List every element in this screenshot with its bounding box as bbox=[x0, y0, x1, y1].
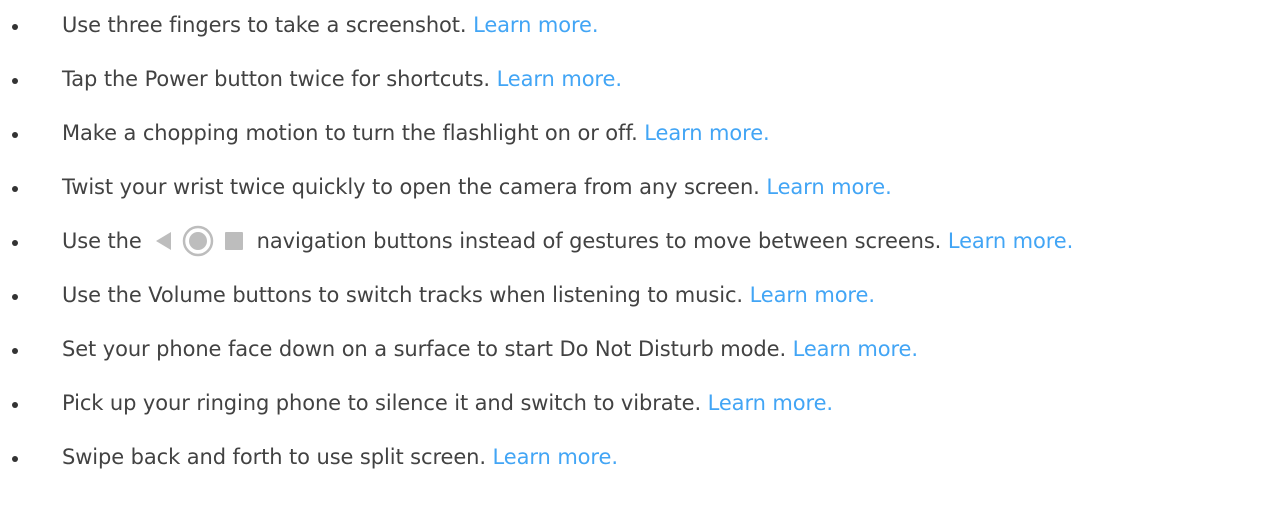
bullet bbox=[12, 402, 18, 408]
tip-text: Swipe back and forth to use split screen… bbox=[62, 445, 486, 469]
home-circle-icon bbox=[182, 225, 213, 257]
learn-more-link[interactable]: Learn more. bbox=[473, 13, 598, 37]
tip-camera: Twist your wrist twice quickly to open t… bbox=[0, 160, 1283, 214]
tip-text: Use the Volume buttons to switch tracks … bbox=[62, 283, 743, 307]
tip-volume-tracks: Use the Volume buttons to switch tracks … bbox=[0, 268, 1283, 322]
learn-more-link[interactable]: Learn more. bbox=[766, 175, 891, 199]
tip-silence-ringing: Pick up your ringing phone to silence it… bbox=[0, 376, 1283, 430]
learn-more-link[interactable]: Learn more. bbox=[644, 121, 769, 145]
tip-text: Tap the Power button twice for shortcuts… bbox=[62, 67, 490, 91]
tip-text-before: Use the bbox=[62, 229, 142, 253]
back-triangle-icon bbox=[155, 232, 171, 250]
bullet bbox=[12, 132, 18, 138]
bullet bbox=[12, 186, 18, 192]
bullet bbox=[12, 348, 18, 354]
recents-square-icon bbox=[224, 232, 243, 250]
nav-buttons-icons bbox=[153, 225, 245, 257]
bullet bbox=[12, 24, 18, 30]
bullet bbox=[12, 456, 18, 462]
tip-text: Make a chopping motion to turn the flash… bbox=[62, 121, 638, 145]
tip-power-shortcuts: Tap the Power button twice for shortcuts… bbox=[0, 52, 1283, 106]
learn-more-link[interactable]: Learn more. bbox=[708, 391, 833, 415]
bullet bbox=[12, 240, 18, 246]
tip-text-after: navigation buttons instead of gestures t… bbox=[256, 229, 942, 253]
learn-more-link[interactable]: Learn more. bbox=[793, 337, 918, 361]
tip-text: Pick up your ringing phone to silence it… bbox=[62, 391, 702, 415]
tip-text: Twist your wrist twice quickly to open t… bbox=[62, 175, 760, 199]
tip-do-not-disturb: Set your phone face down on a surface to… bbox=[0, 322, 1283, 376]
tip-text: Use three fingers to take a screenshot. bbox=[62, 13, 467, 37]
tip-navigation-buttons: Use the navigation buttons instead of ge… bbox=[0, 214, 1283, 268]
tip-text: Set your phone face down on a surface to… bbox=[62, 337, 787, 361]
learn-more-link[interactable]: Learn more. bbox=[497, 67, 622, 91]
tip-split-screen: Swipe back and forth to use split screen… bbox=[0, 430, 1283, 484]
learn-more-link[interactable]: Learn more. bbox=[750, 283, 875, 307]
learn-more-link[interactable]: Learn more. bbox=[493, 445, 618, 469]
bullet bbox=[12, 294, 18, 300]
tip-flashlight: Make a chopping motion to turn the flash… bbox=[0, 106, 1283, 160]
tip-screenshot: Use three fingers to take a screenshot. … bbox=[0, 0, 1283, 52]
learn-more-link[interactable]: Learn more. bbox=[948, 229, 1073, 253]
bullet bbox=[12, 78, 18, 84]
gesture-tips-list: Use three fingers to take a screenshot. … bbox=[0, 0, 1283, 484]
